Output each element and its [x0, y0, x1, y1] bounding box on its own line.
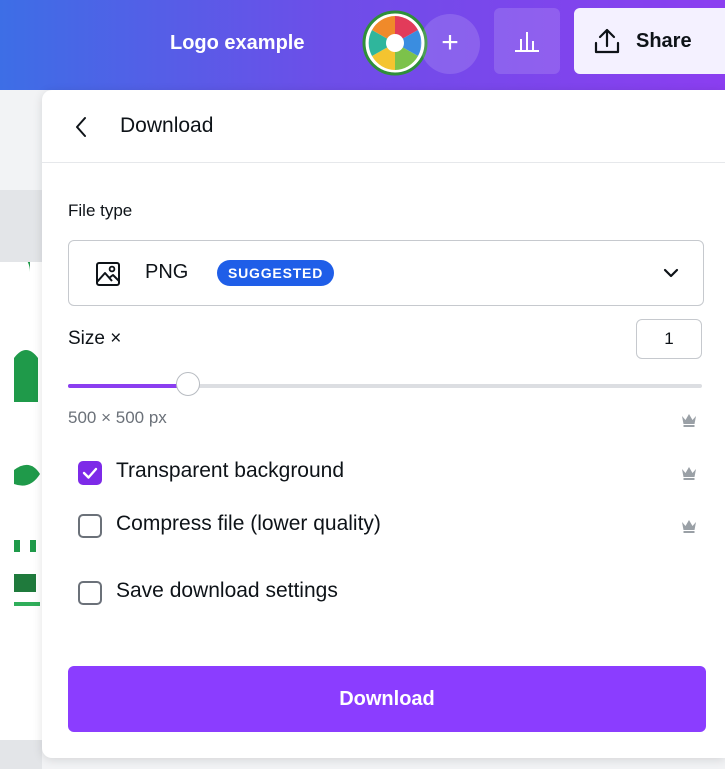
transparent-background-checkbox[interactable]: [78, 461, 102, 485]
share-button[interactable]: Share: [574, 8, 725, 74]
design-canvas-page[interactable]: [0, 254, 42, 740]
transparent-background-label[interactable]: Transparent background: [116, 459, 344, 483]
save-download-settings-label[interactable]: Save download settings: [116, 579, 338, 603]
file-type-select[interactable]: PNG SUGGESTED: [68, 240, 704, 306]
design-title[interactable]: Logo example: [170, 28, 304, 58]
compress-file-checkbox[interactable]: [78, 514, 102, 538]
download-panel: Download File type PNG SUGGESTED Size × …: [42, 90, 725, 758]
crown-icon: [682, 520, 696, 533]
share-label: Share: [636, 29, 692, 52]
upload-icon: [594, 28, 620, 54]
back-button[interactable]: [66, 112, 96, 142]
back-chevron-icon: [76, 117, 86, 137]
size-multiplier-input[interactable]: [636, 319, 702, 359]
file-type-label: File type: [68, 201, 133, 220]
panel-header: Download: [42, 90, 725, 163]
size-slider[interactable]: [68, 372, 702, 396]
check-icon: [82, 467, 98, 479]
crown-icon: [682, 414, 696, 427]
app-logo-icon[interactable]: [362, 10, 428, 76]
size-slider-thumb[interactable]: [176, 372, 201, 396]
suggested-badge: SUGGESTED: [217, 260, 335, 286]
canvas-background: [0, 740, 42, 769]
chevron-down-icon: [663, 268, 679, 278]
size-slider-fill: [68, 384, 189, 388]
size-label: Size ×: [68, 328, 122, 349]
insights-button[interactable]: [494, 8, 560, 74]
dimensions-text: 500 × 500 px: [68, 408, 167, 427]
canvas-background: [0, 190, 42, 262]
plus-icon: +: [441, 26, 459, 59]
panel-title: Download: [120, 114, 214, 137]
crown-icon: [682, 467, 696, 480]
top-bar: Logo example + Share: [0, 0, 725, 90]
add-collaborator-button[interactable]: +: [420, 14, 480, 74]
compress-file-label[interactable]: Compress file (lower quality): [116, 512, 381, 536]
file-type-value: PNG: [145, 261, 189, 283]
download-button[interactable]: Download: [68, 666, 706, 732]
image-icon: [96, 262, 120, 286]
save-download-settings-checkbox[interactable]: [78, 581, 102, 605]
bar-chart-icon: [515, 32, 539, 52]
